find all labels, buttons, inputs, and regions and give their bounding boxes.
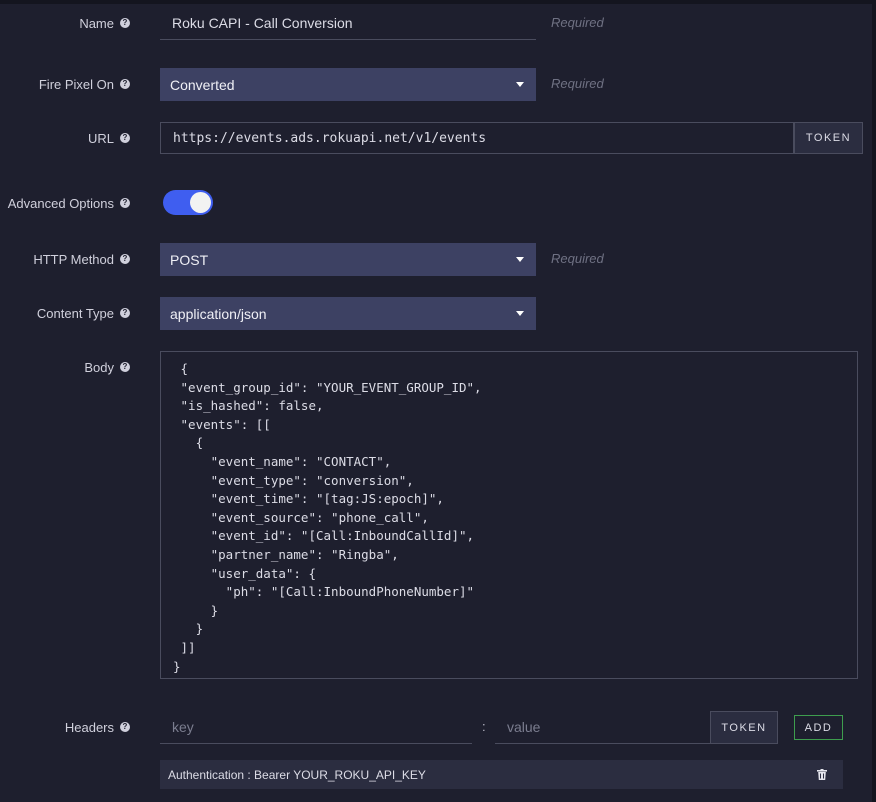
header-token-button[interactable]: TOKEN: [710, 711, 778, 744]
url-input[interactable]: [160, 122, 794, 154]
http-method-value: POST: [170, 251, 209, 268]
help-icon[interactable]: ?: [120, 362, 130, 372]
fire-pixel-required-hint: Required: [551, 76, 604, 91]
help-icon[interactable]: ?: [120, 18, 130, 28]
http-method-required-hint: Required: [551, 251, 604, 266]
advanced-options-toggle[interactable]: [163, 190, 213, 215]
header-separator: :: [482, 719, 486, 734]
name-required-hint: Required: [551, 15, 604, 30]
header-list-item: Authentication : Bearer YOUR_ROKU_API_KE…: [160, 760, 843, 789]
help-icon[interactable]: ?: [120, 79, 130, 89]
toggle-knob: [190, 192, 211, 213]
header-item-text: Authentication : Bearer YOUR_ROKU_API_KE…: [168, 767, 426, 782]
help-icon[interactable]: ?: [120, 308, 130, 318]
trash-icon-svg: [817, 769, 827, 780]
http-method-label: HTTP Method ?: [33, 251, 130, 267]
fire-pixel-on-label: Fire Pixel On ?: [39, 76, 130, 92]
url-label: URL ?: [88, 130, 130, 146]
header-value-input[interactable]: [495, 710, 710, 744]
trash-icon[interactable]: [815, 768, 829, 782]
help-icon[interactable]: ?: [120, 133, 130, 143]
help-icon[interactable]: ?: [120, 198, 130, 208]
http-method-select[interactable]: POST: [160, 243, 536, 276]
caret-down-icon: [516, 82, 524, 87]
url-token-button[interactable]: TOKEN: [794, 122, 863, 154]
content-type-label: Content Type ?: [37, 305, 130, 321]
right-border: [872, 0, 876, 802]
advanced-options-label: Advanced Options ?: [8, 195, 130, 211]
top-border: [0, 0, 876, 4]
fire-pixel-on-value: Converted: [170, 76, 235, 93]
help-icon[interactable]: ?: [120, 722, 130, 732]
help-icon[interactable]: ?: [120, 254, 130, 264]
content-type-select[interactable]: application/json: [160, 297, 536, 330]
add-header-button[interactable]: ADD: [794, 715, 843, 740]
name-input[interactable]: [160, 6, 536, 40]
body-editor[interactable]: { "event_group_id": "YOUR_EVENT_GROUP_ID…: [160, 351, 858, 679]
header-key-input[interactable]: [160, 710, 472, 744]
caret-down-icon: [516, 311, 524, 316]
caret-down-icon: [516, 257, 524, 262]
name-label: Name ?: [79, 15, 130, 31]
fire-pixel-on-select[interactable]: Converted: [160, 68, 536, 101]
content-type-value: application/json: [170, 305, 267, 322]
body-label: Body ?: [84, 359, 130, 375]
headers-label: Headers ?: [65, 719, 130, 735]
